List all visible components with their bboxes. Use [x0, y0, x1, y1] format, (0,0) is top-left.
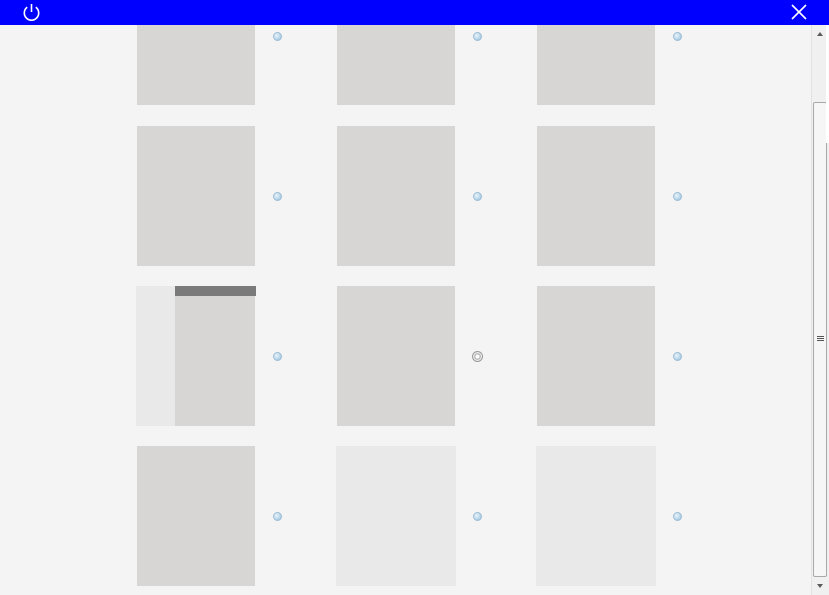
close-icon[interactable]: [787, 2, 811, 23]
scroll-down-arrow-icon[interactable]: [817, 584, 823, 588]
layout-radio[interactable]: [273, 192, 282, 201]
layout-thumbnail-blank[interactable]: [336, 446, 456, 586]
scroll-up-arrow-icon[interactable]: [817, 32, 823, 36]
layout-thumbnail[interactable]: [137, 446, 255, 586]
layout-grid: [0, 25, 811, 595]
layout-radio[interactable]: [273, 352, 282, 361]
layout-thumbnail[interactable]: [337, 286, 455, 426]
scrollbar-thumb[interactable]: [813, 102, 827, 577]
layout-radio[interactable]: [673, 192, 682, 201]
layout-thumbnail-blank[interactable]: [536, 446, 656, 586]
layout-thumbnail[interactable]: [137, 126, 255, 266]
grip-icon: [817, 336, 824, 342]
layout-radio[interactable]: [273, 32, 282, 41]
layout-thumbnail[interactable]: [137, 25, 255, 105]
layout-radio[interactable]: [673, 32, 682, 41]
layout-radio-selected[interactable]: [472, 351, 483, 362]
layout-radio[interactable]: [473, 32, 482, 41]
layout-radio[interactable]: [473, 512, 482, 521]
layout-thumbnail[interactable]: [537, 286, 655, 426]
layout-radio[interactable]: [673, 352, 682, 361]
layout-radio[interactable]: [473, 192, 482, 201]
power-icon[interactable]: [21, 2, 42, 23]
layout-thumbnail[interactable]: [337, 126, 455, 266]
layout-radio[interactable]: [273, 512, 282, 521]
layout-thumbnail-with-sidebar[interactable]: [136, 286, 256, 426]
layout-thumbnail[interactable]: [337, 25, 455, 105]
sidebar-preview: [136, 286, 175, 426]
header-bar-preview: [175, 286, 256, 296]
layout-thumbnail[interactable]: [537, 25, 655, 105]
layout-thumbnail[interactable]: [537, 126, 655, 266]
layout-radio[interactable]: [673, 512, 682, 521]
title-bar: [0, 0, 829, 25]
